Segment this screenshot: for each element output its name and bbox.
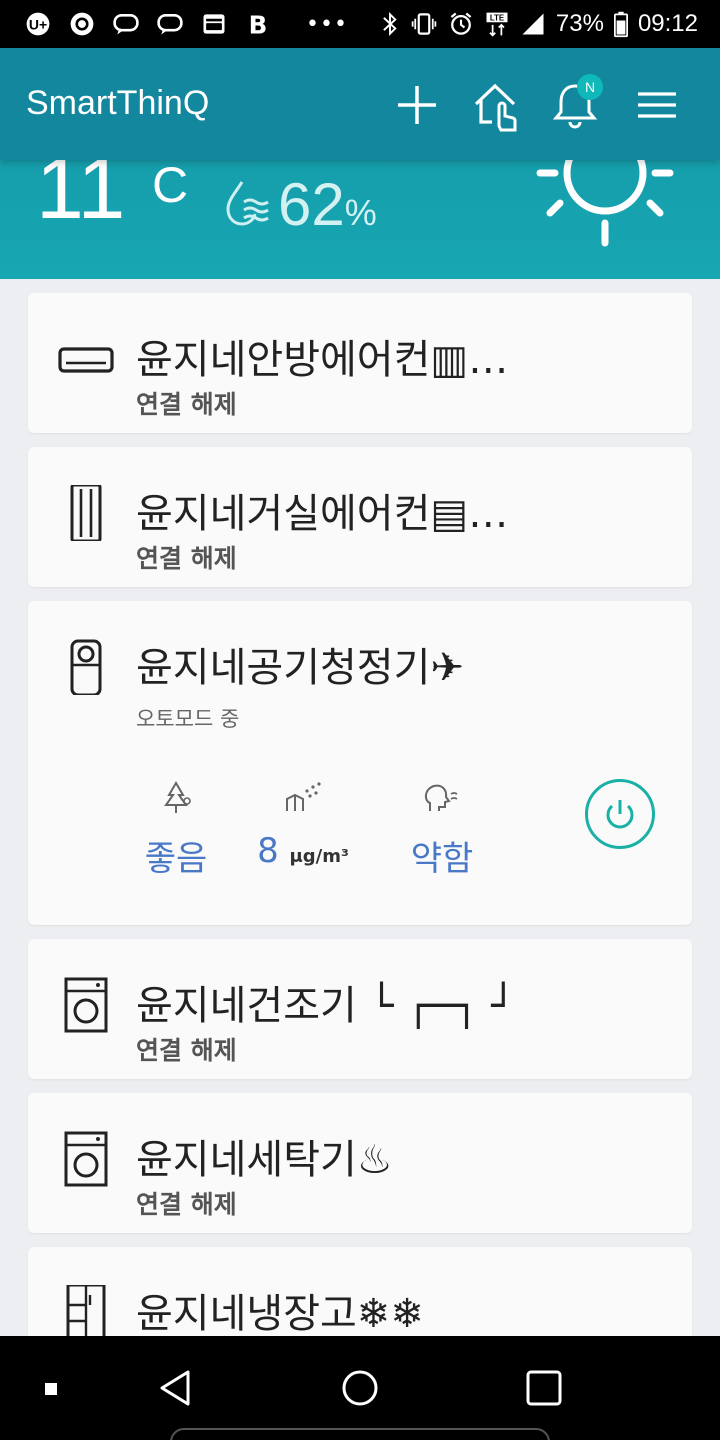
device-name: 윤지네냉장고❄❄ — [136, 1291, 424, 1337]
device-card-washer[interactable]: 윤지네세탁기♨ 연결 해제 — [28, 1093, 692, 1233]
tree-air-quality-icon — [156, 781, 196, 815]
plus-icon — [398, 86, 436, 124]
uplus-app-icon: U+ — [22, 10, 54, 38]
device-name: 윤지네안방에어컨▥… — [136, 337, 509, 383]
power-button[interactable] — [585, 779, 655, 849]
square-dot-icon — [45, 1383, 57, 1395]
app-bar: SmartThinQ — [0, 48, 720, 160]
humidity-number: 62 — [278, 171, 345, 238]
dryer-icon — [58, 977, 114, 1033]
svg-text:B: B — [249, 11, 268, 38]
power-icon — [606, 800, 634, 829]
alarm-icon — [447, 10, 475, 38]
device-card-dryer[interactable]: 윤지네건조기 └ ┌─┐ ┘ 연결 해제 — [28, 939, 692, 1079]
device-name: 윤지네건조기 └ ┌─┐ ┘ — [136, 983, 516, 1029]
fine-dust-icon — [283, 781, 323, 815]
odor-face-icon — [422, 781, 462, 815]
clock: 09:12 — [637, 10, 698, 37]
device-name: 윤지네거실에어컨▤… — [136, 491, 509, 537]
device-status: 연결 해제 — [136, 390, 237, 419]
more-notifications-indicator: ••• — [306, 11, 348, 37]
home-button[interactable] — [470, 78, 522, 132]
chat-bubble-icon — [154, 10, 186, 38]
fine-dust-metric: 8 μg/m³ — [248, 781, 358, 871]
svg-text:LTE: LTE — [490, 14, 504, 23]
chat-bubble-icon — [110, 10, 142, 38]
odor-metric: 약함 — [402, 781, 482, 880]
lte-icon: LTE — [484, 10, 510, 38]
back-button[interactable] — [156, 1368, 196, 1408]
system-nav-bar — [0, 1336, 720, 1440]
humidity-icon — [222, 178, 270, 228]
record-icon — [66, 10, 98, 38]
back-triangle-icon — [160, 1370, 190, 1406]
air-purifier-icon — [58, 639, 114, 697]
fine-dust-value: 8 μg/m³ — [248, 831, 358, 871]
refrigerator-icon — [58, 1283, 114, 1343]
air-quality-value: 좋음 — [144, 839, 208, 879]
menu-button[interactable] — [632, 78, 682, 132]
home-touch-icon — [474, 83, 517, 132]
device-status: 오토모드 중 — [136, 707, 240, 731]
app-title: SmartThinQ — [26, 84, 210, 122]
device-card-air-purifier[interactable]: 윤지네공기청정기✈ 오토모드 중 좋음 8 μg/m³ 약함 — [28, 601, 692, 925]
odor-value: 약함 — [410, 839, 474, 879]
battery-icon — [613, 10, 629, 38]
system-icons: LTE 73% 09:12 — [379, 8, 698, 40]
home-circle-icon — [342, 1370, 378, 1406]
fine-dust-number: 8 — [257, 831, 279, 871]
washer-icon — [58, 1131, 114, 1187]
device-status: 연결 해제 — [136, 1036, 237, 1065]
device-card-livingroom-aircon[interactable]: 윤지네거실에어컨▤… 연결 해제 — [28, 447, 692, 587]
humidity-value: 62% — [278, 175, 377, 235]
recents-button[interactable] — [524, 1368, 564, 1408]
wallet-icon — [198, 10, 230, 38]
vibrate-icon — [410, 10, 438, 38]
device-status: 연결 해제 — [136, 544, 237, 573]
signal-icon — [519, 10, 547, 38]
air-conditioner-wall-icon — [58, 335, 114, 391]
air-quality-metric: 좋음 — [140, 781, 212, 880]
status-bar: U+ B ••• LTE 73% 09:12 — [0, 0, 720, 48]
humidity-unit: % — [344, 192, 377, 233]
add-device-button[interactable] — [392, 78, 442, 132]
device-card-bedroom-aircon[interactable]: 윤지네안방에어컨▥… 연결 해제 — [28, 293, 692, 433]
svg-text:U+: U+ — [29, 16, 47, 32]
gesture-pill — [170, 1428, 550, 1440]
home-nav-button[interactable] — [340, 1368, 380, 1408]
small-square-button[interactable] — [44, 1381, 58, 1395]
notification-icons: U+ B ••• — [22, 8, 348, 40]
device-name: 윤지네세탁기♨ — [136, 1137, 393, 1183]
battery-percent: 73% — [555, 10, 604, 37]
notification-badge: N — [577, 74, 603, 100]
recents-square-icon — [526, 1370, 562, 1406]
fine-dust-unit: μg/m³ — [289, 846, 349, 867]
device-status: 연결 해제 — [136, 1190, 237, 1219]
air-conditioner-stand-icon — [58, 483, 114, 543]
b-app-icon: B — [242, 10, 274, 40]
device-name: 윤지네공기청정기✈ — [136, 645, 464, 691]
temperature-unit: C — [152, 157, 189, 213]
hamburger-menu-icon — [638, 92, 676, 118]
bluetooth-icon — [379, 10, 401, 38]
